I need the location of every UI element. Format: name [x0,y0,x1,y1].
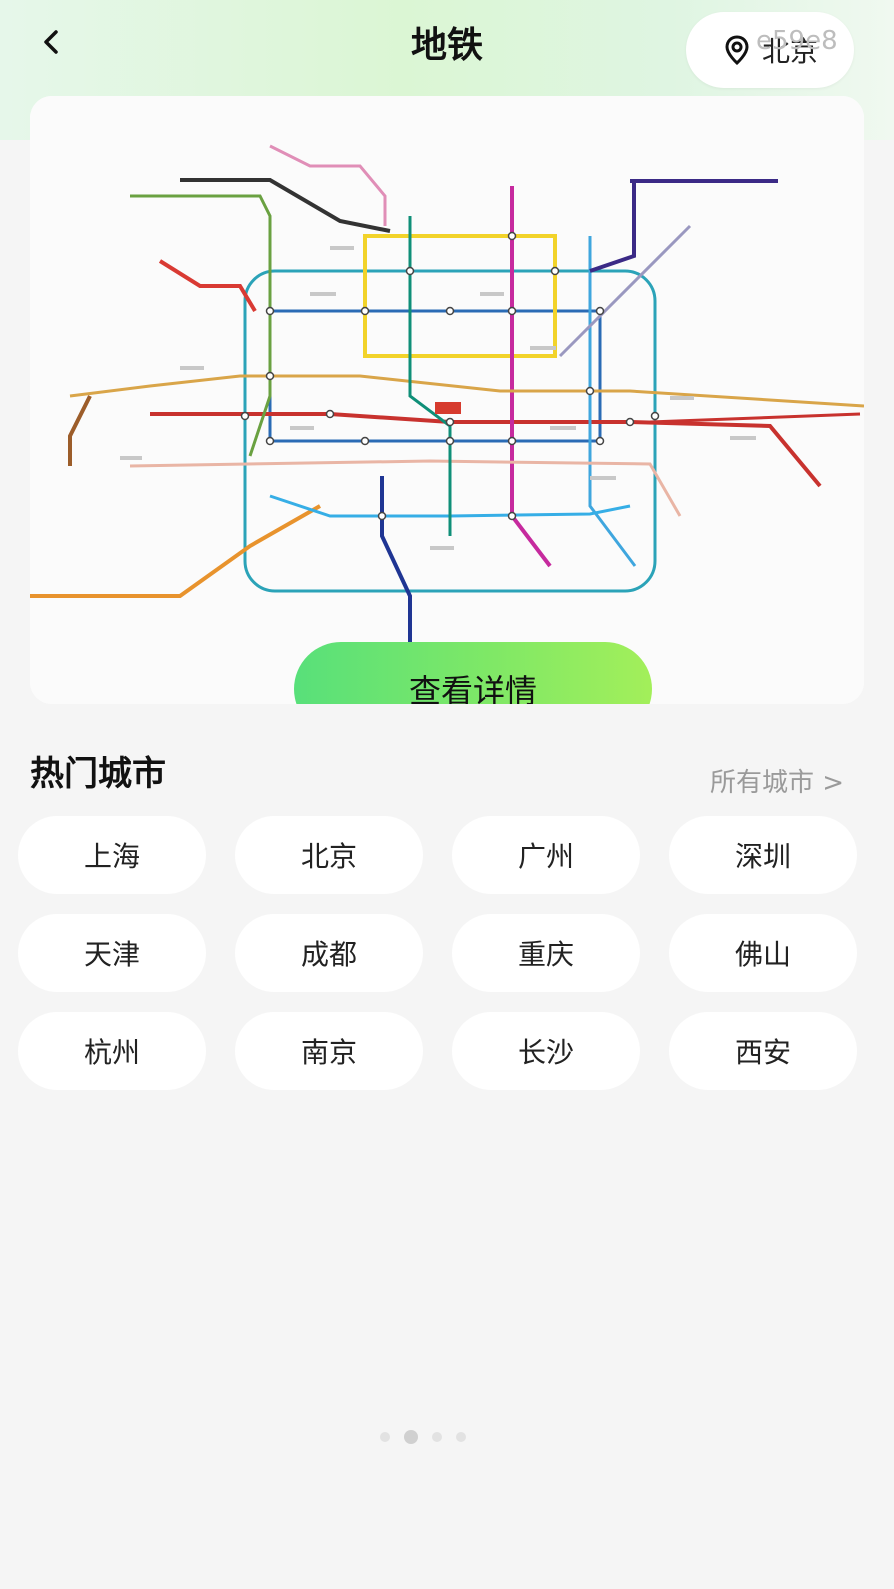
page-dot [456,1432,466,1442]
page-indicator [380,1430,466,1444]
view-details-button[interactable]: 查看详情 [294,642,652,704]
city-chip-chengdu[interactable]: 成都 [235,914,423,992]
hot-cities-grid: 上海 北京 广州 深圳 天津 成都 重庆 佛山 杭州 南京 长沙 西安 [18,816,860,1090]
hot-cities-title: 热门城市 [30,754,166,794]
city-chip-shenzhen[interactable]: 深圳 [669,816,857,894]
city-chip-chongqing[interactable]: 重庆 [452,914,640,992]
watermark-text: e59e8 [756,26,838,56]
subway-map-card[interactable]: 查看详情 [30,96,864,704]
city-chip-nanjing[interactable]: 南京 [235,1012,423,1090]
subway-map-image [30,96,864,704]
city-chip-guangzhou[interactable]: 广州 [452,816,640,894]
city-chip-changsha[interactable]: 长沙 [452,1012,640,1090]
all-cities-link[interactable]: 所有城市 > [710,762,844,799]
city-chip-xian[interactable]: 西安 [669,1012,857,1090]
city-chip-tianjin[interactable]: 天津 [18,914,206,992]
location-pin-icon [725,35,749,66]
city-chip-shanghai[interactable]: 上海 [18,816,206,894]
page-dot [380,1432,390,1442]
city-chip-foshan[interactable]: 佛山 [669,914,857,992]
city-chip-hangzhou[interactable]: 杭州 [18,1012,206,1090]
page-dot [432,1432,442,1442]
page-dot-active [404,1430,418,1444]
city-chip-beijing[interactable]: 北京 [235,816,423,894]
